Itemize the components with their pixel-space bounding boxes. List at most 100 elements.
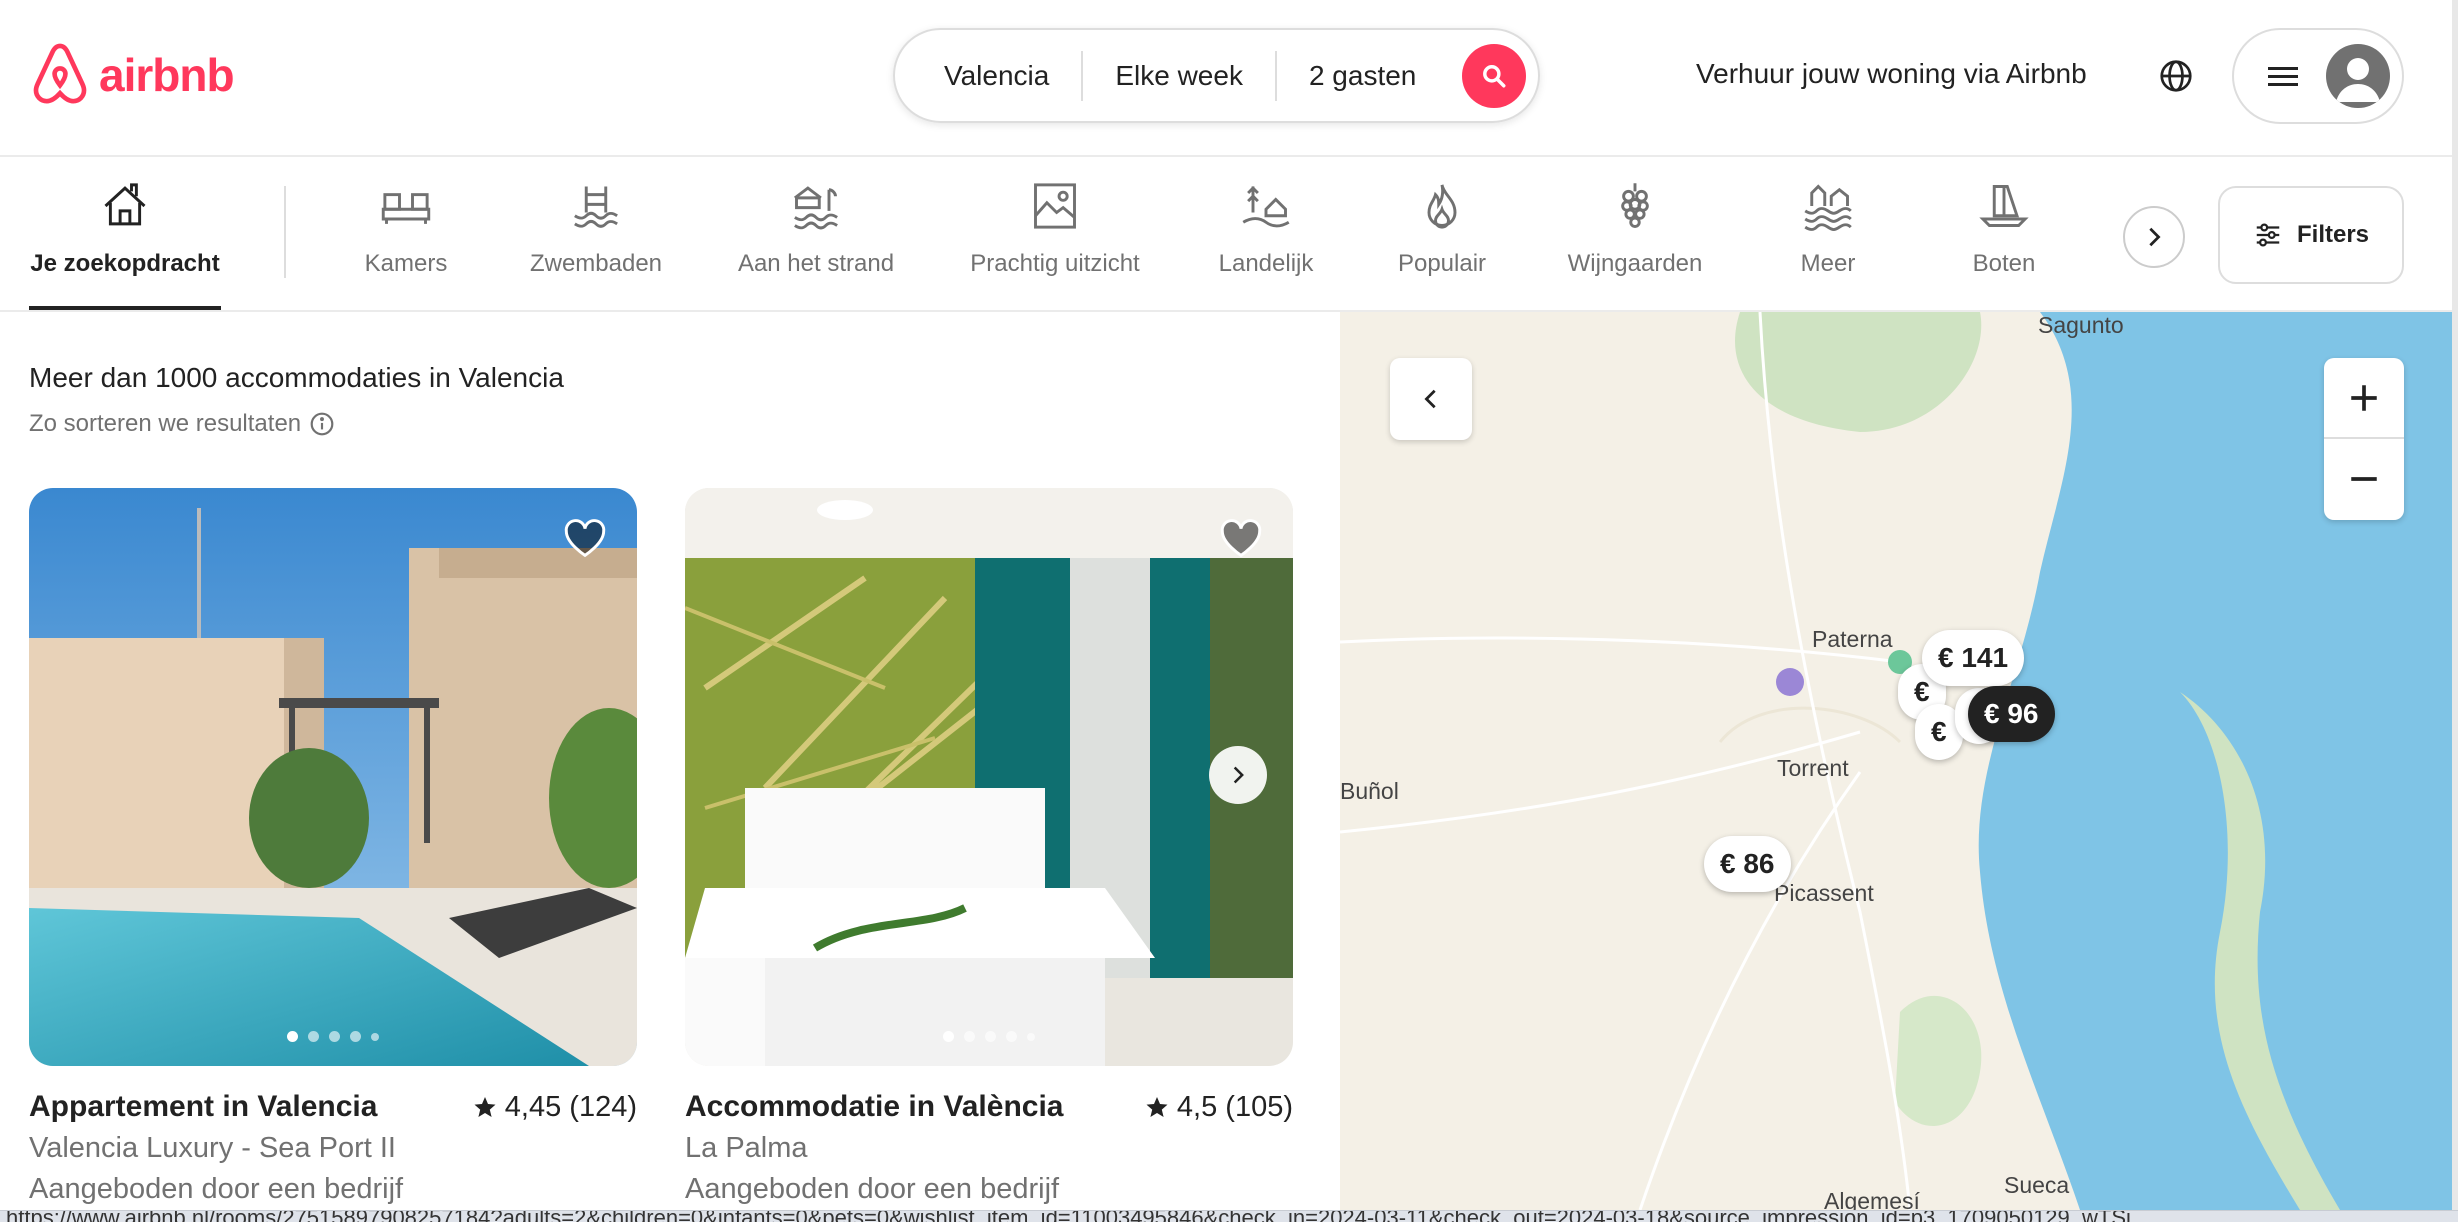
category-label: Je zoekopdracht: [30, 250, 220, 277]
listing-title: Accommodatie in València: [685, 1090, 1064, 1123]
category-label: Landelijk: [1218, 250, 1314, 277]
airbnb-logo[interactable]: airbnb: [29, 42, 235, 108]
category-kamers[interactable]: Kamers: [350, 180, 462, 278]
home-search-icon: [104, 183, 146, 226]
category-aan-het-strand[interactable]: Aan het strand: [730, 180, 902, 278]
map-panel[interactable]: Sagunto Paterna Torrent Buñol Picassent …: [1340, 312, 2452, 1210]
map-town: Sagunto: [2038, 312, 2124, 338]
photo-next-button[interactable]: [1209, 746, 1267, 804]
rating-text: 4,5 (105): [1176, 1090, 1293, 1123]
window-scrollbar[interactable]: [2452, 0, 2458, 1210]
listing-rating: 4,5 (105): [1145, 1091, 1293, 1124]
search-bar[interactable]: Valencia Elke week 2 gasten: [893, 28, 1540, 123]
zoom-in-button[interactable]: [2324, 359, 2404, 439]
category-label: Wijngaarden: [1567, 250, 1703, 277]
menu-icon: [2268, 67, 2298, 86]
category-label: Meer: [1800, 250, 1856, 277]
listing-host: Aangeboden door een bedrijf: [29, 1173, 404, 1205]
grapes-icon: [1621, 183, 1649, 228]
search-button[interactable]: [1462, 44, 1526, 108]
rating-text: 4,45 (124): [504, 1090, 637, 1123]
category-label: Zwembaden: [529, 250, 663, 277]
category-label: Aan het strand: [737, 250, 895, 277]
map-town: Torrent: [1777, 755, 1849, 781]
category-wijngaarden[interactable]: Wijngaarden: [1560, 180, 1710, 278]
minus-icon: [2351, 477, 2377, 481]
photo-dot: [1006, 1031, 1017, 1042]
view-icon: [1034, 183, 1076, 229]
airbnb-logo-icon: [33, 43, 87, 104]
heart-icon[interactable]: [1219, 518, 1263, 558]
listing-host: Aangeboden door een bedrijf: [685, 1173, 1060, 1205]
category-landelijk[interactable]: Landelijk: [1210, 180, 1322, 278]
star-icon: [474, 1097, 496, 1117]
chevron-right-icon: [1233, 766, 1244, 784]
search-guests[interactable]: 2 gasten: [1277, 60, 1448, 92]
lake-icon: [1804, 184, 1852, 232]
listing-photo[interactable]: [685, 488, 1293, 1066]
flame-icon: [1427, 184, 1457, 229]
photo-dot: [329, 1031, 340, 1042]
photo-dot: [1027, 1033, 1035, 1041]
boat-icon: [1979, 185, 2029, 227]
beach-icon: [793, 186, 838, 230]
category-meer[interactable]: Meer: [1772, 180, 1884, 278]
active-category-underline: [29, 306, 221, 310]
sliders-icon: [2256, 223, 2280, 247]
photo-dot: [985, 1031, 996, 1042]
photo-dot: [308, 1031, 319, 1042]
photo-dot: [350, 1031, 361, 1042]
map-price-pin[interactable]: € 86: [1704, 836, 1791, 892]
filters-label: Filters: [2296, 221, 2370, 248]
listing-card[interactable]: Accommodatie in València 4,5 (105) La Pa…: [685, 488, 1293, 1206]
category-label: Boten: [1972, 250, 2036, 277]
map-town: Picassent: [1774, 880, 1874, 906]
category-prachtig-uitzicht[interactable]: Prachtig uitzicht: [960, 180, 1150, 278]
chevron-right-icon: [2149, 227, 2161, 247]
zoom-out-button[interactable]: [2324, 439, 2404, 519]
photo-dot: [371, 1033, 379, 1041]
top-header: airbnb Valencia Elke week 2 gasten Verhu…: [0, 0, 2452, 157]
photo-dot: [964, 1031, 975, 1042]
map-town: Algemesí: [1824, 1188, 1920, 1210]
listing-photo[interactable]: [29, 488, 637, 1066]
category-zwembaden[interactable]: Zwembaden: [522, 180, 670, 278]
category-je-zoekopdracht[interactable]: Je zoekopdracht: [29, 180, 221, 278]
listing-title: Appartement in Valencia: [29, 1090, 378, 1123]
user-icon: [2336, 58, 2380, 102]
search-icon: [1483, 65, 1506, 88]
category-label: Prachtig uitzicht: [970, 250, 1140, 277]
listing-card[interactable]: Appartement in Valencia 4,45 (124) Valen…: [29, 488, 637, 1206]
categories-next-button[interactable]: [2123, 206, 2185, 268]
map-base: [1340, 312, 2452, 1210]
category-label: Kamers: [364, 250, 448, 277]
map-price-pin-selected[interactable]: € 96: [1968, 686, 2055, 742]
filters-button[interactable]: Filters: [2218, 186, 2404, 284]
search-location[interactable]: Valencia: [895, 60, 1081, 92]
map-price-pin[interactable]: € 141: [1922, 630, 2025, 686]
photo-dot: [943, 1031, 954, 1042]
search-dates[interactable]: Elke week: [1083, 60, 1275, 92]
language-button[interactable]: [2158, 58, 2194, 99]
divider: [284, 186, 286, 278]
results-title: Meer dan 1000 accommodaties in Valencia: [29, 362, 564, 393]
host-link[interactable]: Verhuur jouw woning via Airbnb: [1696, 58, 2087, 90]
category-populair[interactable]: Populair: [1386, 180, 1498, 278]
pool-terrace-photo: [29, 488, 637, 1066]
category-bar: Je zoekopdracht Kamers Zwembaden Aan het…: [0, 158, 2452, 312]
listing-subtitle: La Palma: [685, 1132, 808, 1164]
logo-wordmark: airbnb: [99, 49, 235, 101]
photo-dots: [29, 1031, 637, 1042]
photo-dot: [287, 1031, 298, 1042]
info-icon[interactable]: [309, 411, 335, 437]
sort-info[interactable]: Zo sorteren we resultaten: [29, 410, 335, 438]
bedroom-photo: [685, 488, 1293, 1066]
map-town: Paterna: [1812, 626, 1893, 652]
sort-info-text: Zo sorteren we resultaten: [29, 410, 302, 437]
collapse-map-button[interactable]: [1390, 358, 1472, 440]
category-boten[interactable]: Boten: [1948, 180, 2060, 278]
user-menu-button[interactable]: [2232, 28, 2404, 124]
star-icon: [1146, 1097, 1168, 1117]
heart-icon[interactable]: [563, 518, 607, 558]
pool-icon: [574, 186, 618, 228]
